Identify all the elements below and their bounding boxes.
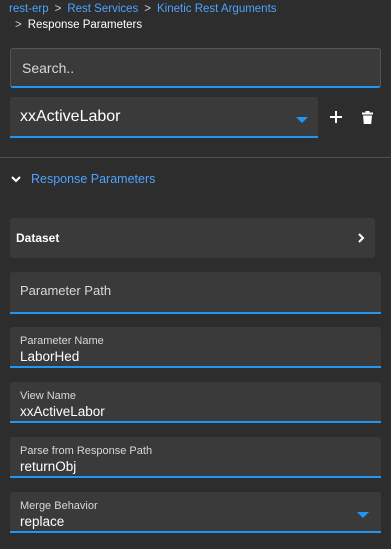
view-name-label: View Name [20, 390, 77, 402]
breadcrumb-link-kinetic-rest-arguments[interactable]: Kinetic Rest Arguments [157, 3, 277, 15]
caret-down-icon[interactable] [357, 512, 369, 518]
parameter-name-value: LaborHed [20, 349, 80, 364]
parse-path-value: returnObj [20, 459, 77, 474]
dataset-row[interactable]: Dataset [10, 218, 375, 258]
breadcrumb-separator: > [54, 3, 62, 15]
view-name-value: xxActiveLabor [20, 404, 105, 419]
parameter-name-field[interactable]: Parameter Name LaborHed [10, 327, 381, 368]
parse-path-label: Parse from Response Path [20, 445, 153, 457]
argument-selector-value: xxActiveLabor [20, 108, 121, 125]
argument-selector[interactable]: xxActiveLabor [10, 97, 318, 138]
parse-path-field[interactable]: Parse from Response Path returnObj [10, 437, 381, 478]
section-title: Response Parameters [31, 172, 156, 186]
chevron-down-icon [11, 176, 21, 183]
parameter-path-label: Parameter Path [20, 283, 112, 298]
view-name-field[interactable]: View Name xxActiveLabor [10, 382, 381, 423]
breadcrumb-separator: > [144, 3, 151, 15]
parameter-name-label: Parameter Name [20, 335, 104, 347]
section-toggle-response-parameters[interactable]: Response Parameters [10, 170, 155, 188]
breadcrumb-current-row: > Response Parameters [15, 19, 142, 31]
breadcrumb: rest-erp > Rest Services > Kinetic Rest Argu… [9, 1, 384, 17]
search-box [10, 48, 381, 88]
add-button[interactable] [327, 108, 345, 126]
breadcrumb-link-rest-services[interactable]: Rest Services [67, 3, 138, 15]
chevron-right-icon [358, 233, 365, 243]
plus-icon [330, 111, 342, 123]
dataset-label: Dataset [16, 231, 60, 245]
divider [0, 157, 391, 158]
breadcrumb-separator: > [15, 19, 22, 31]
caret-down-icon[interactable] [296, 117, 308, 123]
breadcrumb-link-rest-erp[interactable]: rest-erp [9, 3, 49, 15]
delete-button[interactable] [358, 108, 376, 126]
trash-icon [361, 110, 373, 124]
merge-behavior-value: replace [20, 514, 65, 529]
merge-behavior-select[interactable]: Merge Behavior replace [10, 492, 381, 533]
breadcrumb-current: Response Parameters [27, 19, 143, 31]
search-input[interactable] [11, 49, 380, 86]
merge-behavior-label: Merge Behavior [20, 500, 98, 512]
parameter-path-field[interactable]: Parameter Path [10, 272, 381, 314]
